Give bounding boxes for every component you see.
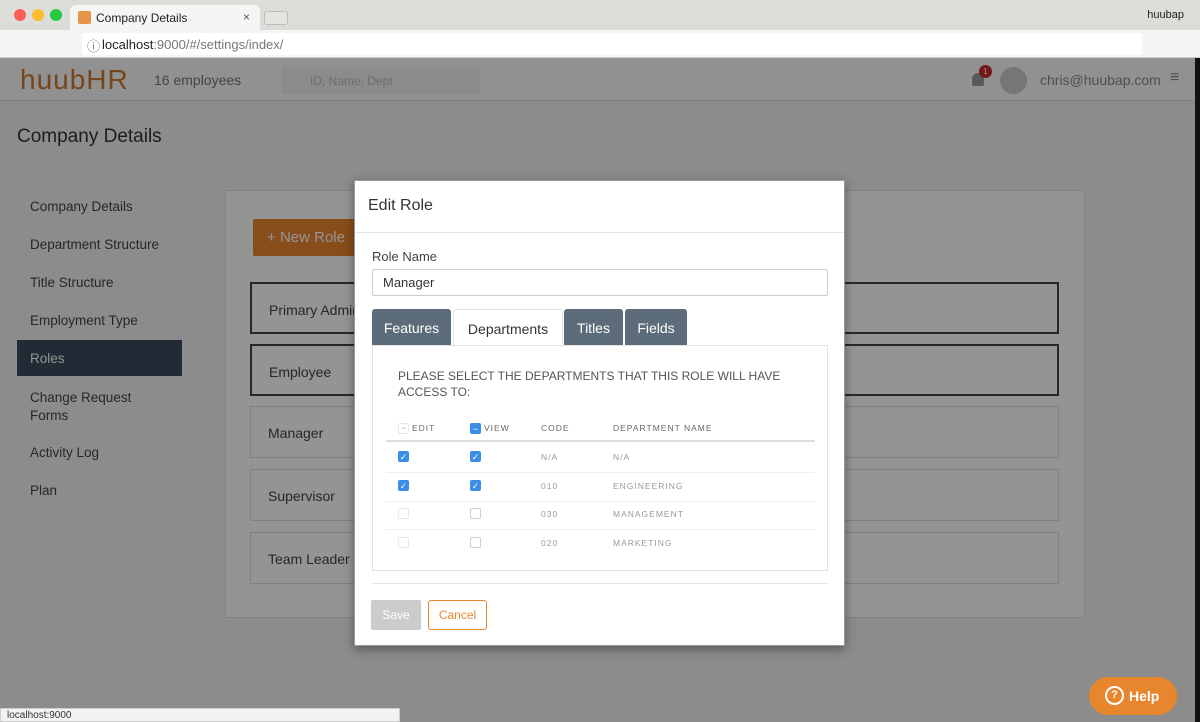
url-field[interactable]: ⓘ localhost:9000/#/settings/index/ <box>82 33 1142 55</box>
help-button[interactable]: ? Help <box>1089 677 1177 715</box>
url-host: localhost <box>102 37 154 52</box>
question-icon: ? <box>1105 686 1124 705</box>
browser-profile[interactable]: huubap <box>1147 9 1184 21</box>
info-icon: ⓘ <box>87 39 101 54</box>
tab-departments[interactable]: Departments <box>453 309 563 347</box>
browser-tab[interactable]: Company Details × <box>70 5 260 30</box>
department-name: MARKETING <box>613 537 673 548</box>
app: huubHR 16 employees ID, Name, Dept 1 chr… <box>0 58 1200 722</box>
department-name: MANAGEMENT <box>613 509 684 519</box>
view-checkbox[interactable]: ✓ <box>470 479 481 491</box>
instructions: PLEASE SELECT THE DEPARTMENTS THAT THIS … <box>398 369 781 399</box>
cancel-button[interactable]: Cancel <box>428 600 487 630</box>
divider <box>372 583 828 584</box>
view-checkbox[interactable]: ✓ <box>470 451 481 462</box>
column-department-name: DEPARTMENT NAME <box>613 423 713 433</box>
department-name: N/A <box>613 452 631 462</box>
department-name: ENGINEERING <box>613 480 684 491</box>
column-edit: EDIT <box>412 423 436 433</box>
departments-panel: PLEASE SELECT THE DEPARTMENTS THAT THIS … <box>372 345 828 571</box>
view-checkbox[interactable] <box>470 536 481 548</box>
role-name-label: Role Name <box>372 249 438 264</box>
tab-title: Company Details <box>96 11 188 25</box>
edit-checkbox[interactable] <box>398 508 409 519</box>
row-divider <box>386 472 815 473</box>
department-code: 020 <box>541 537 559 548</box>
header-divider <box>386 440 815 442</box>
minimize-window-icon[interactable] <box>32 9 44 21</box>
view-checkbox[interactable] <box>470 508 481 519</box>
status-bar-url: localhost:9000 <box>0 708 400 722</box>
new-tab-button[interactable] <box>264 11 288 25</box>
department-code: 030 <box>541 509 559 519</box>
edit-checkbox[interactable]: ✓ <box>398 479 409 491</box>
row-divider <box>386 500 815 502</box>
tab-features[interactable]: Features <box>372 309 451 346</box>
edit-checkbox[interactable] <box>398 536 409 548</box>
maximize-window-icon[interactable] <box>50 9 62 21</box>
edit-checkbox[interactable]: ✓ <box>398 451 409 462</box>
browser-tab-bar: Company Details × huubap <box>0 0 1200 30</box>
department-code: 010 <box>541 480 559 491</box>
help-label: Help <box>1129 688 1160 704</box>
row-divider <box>386 529 815 530</box>
url-path: :9000/#/settings/index/ <box>153 37 284 52</box>
modal-title: Edit Role <box>368 197 433 214</box>
screen-edge <box>1195 58 1200 722</box>
tab-fields[interactable]: Fields <box>625 309 687 346</box>
column-code: CODE <box>541 423 570 433</box>
department-code: N/A <box>541 452 559 462</box>
divider <box>355 232 844 233</box>
edit-role-modal: Edit Role Role Name Features Departments… <box>354 180 845 646</box>
edit-select-all-checkbox[interactable]: − <box>398 423 409 434</box>
view-select-all-checkbox[interactable]: − <box>470 423 481 434</box>
favicon-icon <box>78 11 91 24</box>
role-name-input[interactable] <box>372 269 828 296</box>
save-button[interactable]: Save <box>371 600 421 630</box>
tab-titles[interactable]: Titles <box>564 309 623 346</box>
close-window-icon[interactable] <box>14 9 26 21</box>
close-tab-icon[interactable]: × <box>243 10 250 24</box>
column-view: VIEW <box>484 423 510 433</box>
